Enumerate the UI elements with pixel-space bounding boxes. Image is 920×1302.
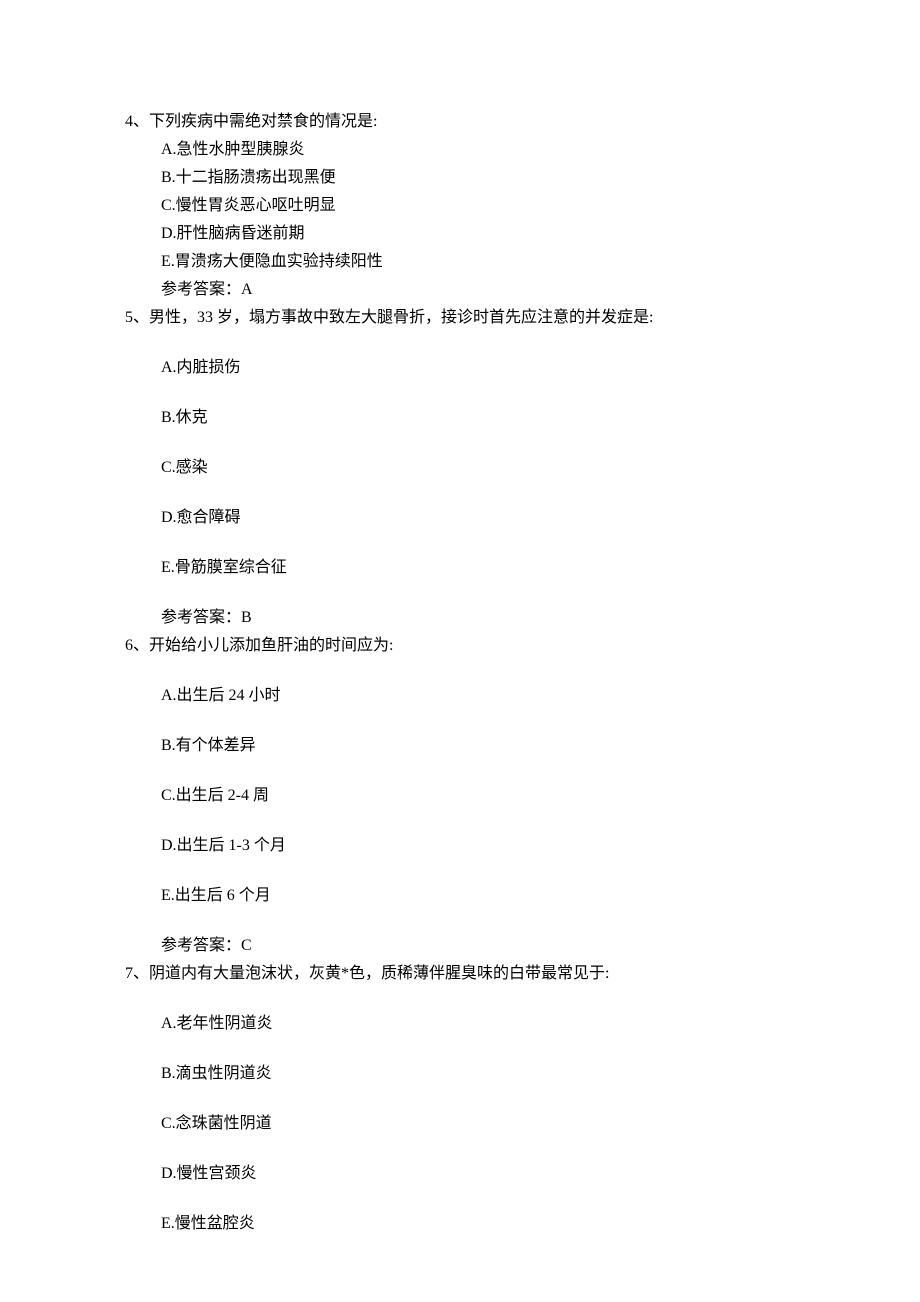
question-stem: 6、开始给小儿添加鱼肝油的时间应为: — [125, 634, 795, 658]
option-a: A.内脏损伤 — [161, 356, 795, 380]
option-e: E.出生后 6 个月 — [161, 884, 795, 908]
question-number: 6、 — [125, 637, 149, 654]
answer: 参考答案：A — [161, 278, 795, 302]
option-d: D.愈合障碍 — [161, 506, 795, 530]
option-b: B.休克 — [161, 406, 795, 430]
question-text: 开始给小儿添加鱼肝油的时间应为: — [149, 637, 393, 654]
option-c: C.出生后 2-4 周 — [161, 784, 795, 808]
question-number: 4、 — [125, 113, 149, 130]
question-5: 5、男性，33 岁，塌方事故中致左大腿骨折，接诊时首先应注意的并发症是: A.内… — [125, 306, 795, 630]
option-b: B.十二指肠溃疡出现黑便 — [161, 166, 795, 190]
option-a: A.出生后 24 小时 — [161, 684, 795, 708]
option-a: A.急性水肿型胰腺炎 — [161, 138, 795, 162]
question-number: 7、 — [125, 965, 149, 982]
question-stem: 5、男性，33 岁，塌方事故中致左大腿骨折，接诊时首先应注意的并发症是: — [125, 306, 795, 330]
question-text: 男性，33 岁，塌方事故中致左大腿骨折，接诊时首先应注意的并发症是: — [149, 309, 653, 326]
question-7: 7、阴道内有大量泡沫状，灰黄*色，质稀薄伴腥臭味的白带最常见于: A.老年性阴道… — [125, 962, 795, 1236]
option-b: B.有个体差异 — [161, 734, 795, 758]
option-d: D.肝性脑病昏迷前期 — [161, 222, 795, 246]
question-text: 阴道内有大量泡沫状，灰黄*色，质稀薄伴腥臭味的白带最常见于: — [149, 965, 609, 982]
option-e: E.慢性盆腔炎 — [161, 1212, 795, 1236]
option-c: C.慢性胃炎恶心呕吐明显 — [161, 194, 795, 218]
question-stem: 7、阴道内有大量泡沫状，灰黄*色，质稀薄伴腥臭味的白带最常见于: — [125, 962, 795, 986]
option-e: E.胃溃疡大便隐血实验持续阳性 — [161, 250, 795, 274]
options-list: A.老年性阴道炎 B.滴虫性阴道炎 C.念珠菌性阴道 D.慢性宫颈炎 E.慢性盆… — [161, 1012, 795, 1236]
option-a: A.老年性阴道炎 — [161, 1012, 795, 1036]
question-number: 5、 — [125, 309, 149, 326]
options-list: A.出生后 24 小时 B.有个体差异 C.出生后 2-4 周 D.出生后 1-… — [161, 684, 795, 908]
option-c: C.感染 — [161, 456, 795, 480]
answer: 参考答案：B — [161, 606, 795, 630]
options-list: A.急性水肿型胰腺炎 B.十二指肠溃疡出现黑便 C.慢性胃炎恶心呕吐明显 D.肝… — [161, 138, 795, 274]
question-6: 6、开始给小儿添加鱼肝油的时间应为: A.出生后 24 小时 B.有个体差异 C… — [125, 634, 795, 958]
option-e: E.骨筋膜室综合征 — [161, 556, 795, 580]
option-b: B.滴虫性阴道炎 — [161, 1062, 795, 1086]
options-list: A.内脏损伤 B.休克 C.感染 D.愈合障碍 E.骨筋膜室综合征 — [161, 356, 795, 580]
option-d: D.出生后 1-3 个月 — [161, 834, 795, 858]
option-c: C.念珠菌性阴道 — [161, 1112, 795, 1136]
option-d: D.慢性宫颈炎 — [161, 1162, 795, 1186]
question-stem: 4、下列疾病中需绝对禁食的情况是: — [125, 110, 795, 134]
answer: 参考答案：C — [161, 934, 795, 958]
question-text: 下列疾病中需绝对禁食的情况是: — [149, 113, 377, 130]
question-4: 4、下列疾病中需绝对禁食的情况是: A.急性水肿型胰腺炎 B.十二指肠溃疡出现黑… — [125, 110, 795, 302]
